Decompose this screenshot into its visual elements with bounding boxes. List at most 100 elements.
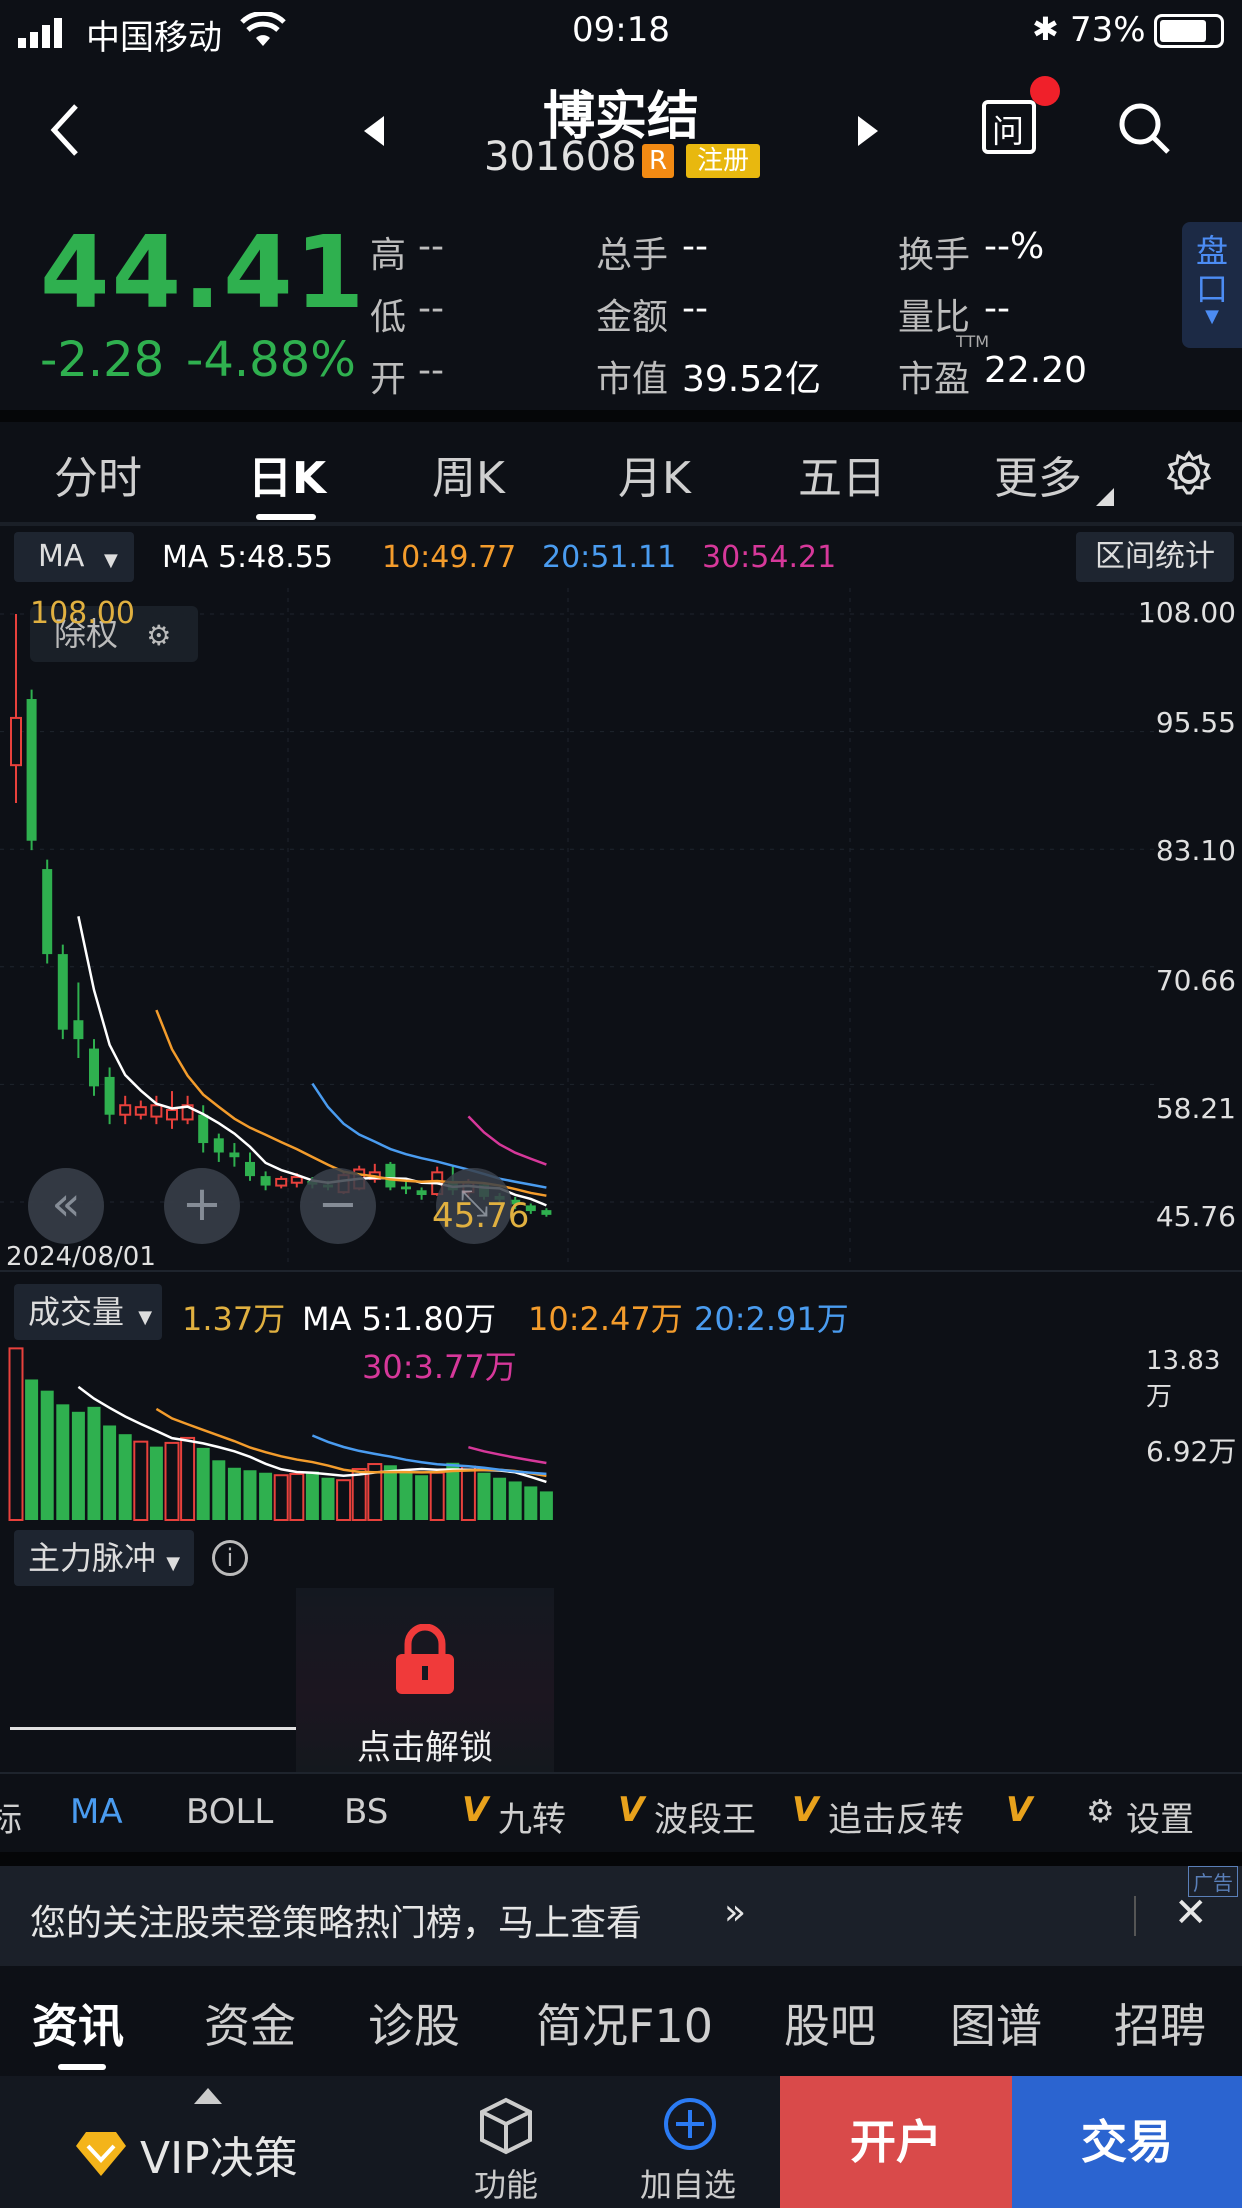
indicator-boduanwang[interactable]: 波段王 <box>654 1792 756 1841</box>
indicator-settings[interactable]: 设置 <box>1126 1792 1194 1841</box>
gear-icon: ⚙ <box>1086 1792 1115 1830</box>
pulse-line <box>10 1727 296 1730</box>
volume-bar <box>539 1491 553 1520</box>
pe-value: 22.20 <box>984 350 1088 391</box>
function-button[interactable]: 功能 <box>474 2160 538 2206</box>
ad-tag: 广告 <box>1188 1866 1238 1897</box>
tab-recruit[interactable]: 招聘 <box>1114 1990 1206 2056</box>
high-label: 高 <box>370 235 407 276</box>
volume-bar <box>243 1470 257 1520</box>
order-book-label: 盘口 <box>1195 232 1228 308</box>
sub-indicator-select[interactable]: 成交量 ▼ <box>14 1284 162 1340</box>
y-tick: 95.55 <box>1155 706 1236 739</box>
tab-diagnosis[interactable]: 诊股 <box>368 1990 460 2056</box>
divider <box>0 1852 1242 1866</box>
candle-body <box>89 1048 99 1087</box>
indicator-ma[interactable]: MA <box>70 1792 123 1832</box>
indicator-bs[interactable]: BS <box>344 1792 388 1832</box>
chevron-down-icon: ▼ <box>138 1307 153 1328</box>
volume-value: -- <box>682 226 708 267</box>
indicator-jiuzhuan[interactable]: 九转 <box>498 1792 566 1841</box>
tab-five-day[interactable]: 五日 <box>798 442 886 506</box>
unlock-panel[interactable]: 点击解锁 <box>296 1588 554 1772</box>
divider <box>0 522 1242 526</box>
diamond-icon <box>76 2132 126 2176</box>
tab-graph[interactable]: 图谱 <box>950 1990 1042 2056</box>
chart-settings-icon[interactable] <box>1166 450 1212 496</box>
volume-bar <box>133 1440 149 1521</box>
volume-bar <box>87 1406 101 1520</box>
tab-forum[interactable]: 股吧 <box>784 1990 876 2056</box>
active-tab-indicator <box>58 2064 106 2070</box>
scroll-to-start-button[interactable]: « <box>28 1168 104 1244</box>
indicator-zhuiji[interactable]: 追击反转 <box>828 1792 964 1841</box>
candle-body <box>134 1106 147 1116</box>
zoom-out-button[interactable]: − <box>300 1168 376 1244</box>
tab-weekly-k[interactable]: 周K <box>432 442 505 506</box>
tab-f10[interactable]: 简况F10 <box>536 1990 713 2056</box>
chevron-down-icon: ▼ <box>1205 306 1219 327</box>
volume-ma5: MA 5:1.80万 <box>302 1300 497 1338</box>
candle-body <box>416 1190 427 1196</box>
order-book-toggle[interactable]: 盘口 ▼ <box>1182 222 1242 348</box>
y-tick: 45.76 <box>1155 1200 1236 1233</box>
tab-news[interactable]: 资讯 <box>32 1990 124 2056</box>
volume-bar <box>118 1434 132 1520</box>
candle-body <box>198 1114 209 1144</box>
range-statistics-button[interactable]: 区间统计 <box>1076 532 1234 582</box>
volume-bar <box>212 1460 226 1520</box>
kline-chart[interactable]: 除权 ⚙ 108.00 108.00 95.55 83.10 70.66 58.… <box>0 588 1242 1272</box>
tab-intraday[interactable]: 分时 <box>54 442 142 506</box>
candle-body <box>57 954 68 1030</box>
vip-decision-button[interactable]: VIP决策 <box>140 2122 298 2186</box>
next-stock-icon[interactable] <box>858 116 880 146</box>
search-icon[interactable] <box>1118 102 1172 156</box>
volume-bar <box>8 1347 24 1521</box>
add-watchlist-button[interactable]: 加自选 <box>640 2160 736 2206</box>
tab-capital[interactable]: 资金 <box>204 1990 296 2056</box>
registration-badge: 注册 <box>686 144 760 178</box>
tab-monthly-k[interactable]: 月K <box>618 442 691 506</box>
candle-body <box>245 1161 255 1177</box>
low-value: -- <box>418 288 444 329</box>
turnover-label: 换手 <box>898 235 971 276</box>
open-label: 开 <box>370 359 407 400</box>
volume-ma20: 20:2.91万 <box>694 1300 849 1338</box>
open-account-button[interactable]: 开户 <box>780 2076 1012 2208</box>
candle-body <box>229 1152 240 1158</box>
volume-value: 1.37万 <box>182 1300 286 1338</box>
volume-bar <box>415 1475 429 1520</box>
kline-svg <box>0 588 1160 1268</box>
candle-body <box>26 699 37 841</box>
volume-chart <box>8 1347 553 1522</box>
low-label: 低 <box>370 297 407 338</box>
trade-button[interactable]: 交易 <box>1012 2076 1242 2208</box>
pulse-indicator-select[interactable]: 主力脉冲 ▼ <box>14 1530 194 1586</box>
volume-bar <box>321 1477 335 1520</box>
promo-banner[interactable]: 您的关注股荣登策略热门榜，马上查看 » ✕ 广告 <box>0 1866 1242 1966</box>
ask-icon[interactable]: 问 <box>982 100 1036 154</box>
volume-bar <box>259 1472 273 1520</box>
indicator-boll[interactable]: BOLL <box>186 1792 273 1832</box>
volume-bar <box>351 1468 367 1521</box>
notification-dot <box>1030 76 1060 106</box>
tab-more[interactable]: 更多 <box>994 442 1082 506</box>
last-price-label: 45.76 <box>432 1196 530 1236</box>
zoom-in-button[interactable]: + <box>164 1168 240 1244</box>
bottom-action-bar: VIP决策 功能 加自选 开户 交易 <box>0 2076 1242 2208</box>
chevron-up-icon[interactable] <box>194 2088 222 2104</box>
volume-bar <box>164 1441 180 1521</box>
amount-label: 金额 <box>596 297 669 338</box>
ask-icon-glyph: 问 <box>992 112 1025 150</box>
volume-bar <box>180 1436 196 1521</box>
active-tab-indicator <box>256 514 316 520</box>
main-indicator-select[interactable]: MA ▼ <box>14 532 134 582</box>
tab-daily-k[interactable]: 日K <box>248 442 326 506</box>
indicator-partial[interactable]: 标 <box>0 1792 22 1841</box>
market-cap-label: 市值 <box>596 359 669 400</box>
ma10-value: 10:49.77 <box>382 540 517 575</box>
volume-y-tick: 13.83万 <box>1146 1346 1221 1412</box>
turnover-value: --% <box>984 226 1045 267</box>
divider <box>1134 1896 1136 1936</box>
info-icon[interactable]: i <box>212 1540 248 1576</box>
